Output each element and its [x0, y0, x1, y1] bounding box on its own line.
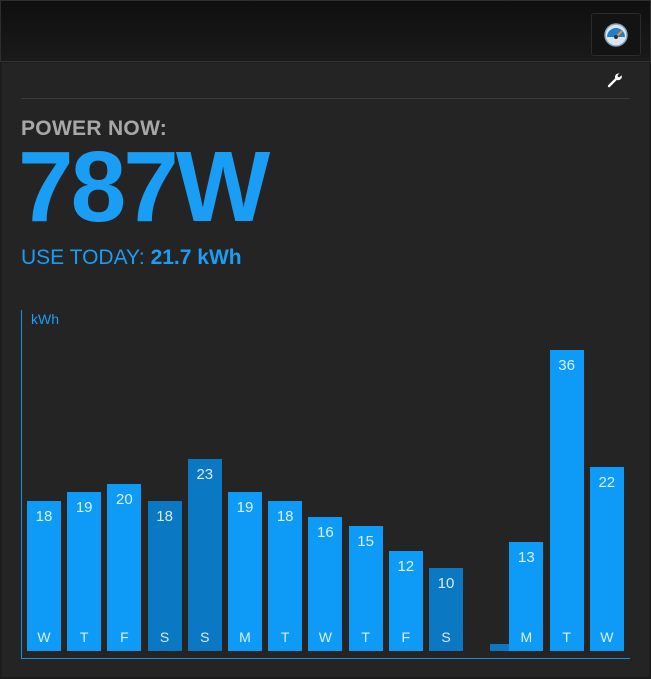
top-bar: [0, 0, 651, 62]
bar-day-label: M: [520, 628, 533, 645]
bar-value-label: 15: [357, 532, 374, 550]
bar-day-label: W: [318, 628, 332, 645]
bar-value-label: 18: [35, 507, 53, 525]
bar[interactable]: 23 S: [187, 458, 222, 651]
bar-day-label: T: [280, 628, 290, 645]
bar-day-label: S: [200, 628, 210, 645]
bar[interactable]: 36 T: [549, 350, 584, 651]
bar-value-label: 18: [276, 507, 294, 525]
bar[interactable]: 18 T: [268, 500, 303, 651]
bar-day-label: T: [79, 628, 89, 645]
bar-value-label: 12: [397, 557, 415, 575]
bar[interactable]: 19 T: [67, 492, 102, 651]
use-today-value: 21.7 kWh: [150, 246, 242, 269]
bar-value-label: 19: [75, 499, 93, 517]
bar-day-label: S: [159, 628, 170, 645]
bar-value-label: 19: [236, 499, 254, 517]
bar[interactable]: 10 S: [429, 567, 463, 651]
bar[interactable]: 12 F: [388, 550, 423, 651]
power-now-value: 787W: [18, 131, 270, 243]
bar[interactable]: 16 W: [308, 517, 343, 651]
wrench-icon[interactable]: [605, 71, 623, 89]
divider: [21, 98, 630, 99]
bar[interactable]: 20 F: [107, 484, 142, 651]
bar-value-label: 10: [437, 574, 455, 592]
bar-value-label: 22: [598, 474, 616, 492]
bar[interactable]: 22 W: [589, 467, 624, 651]
bar-value-label: 20: [116, 491, 133, 508]
bar-day-label: W: [600, 628, 614, 645]
bar-day-label: S: [441, 629, 451, 645]
bar-value-label: 23: [196, 465, 214, 483]
bar-day-label: T: [562, 628, 571, 645]
use-today: USE TODAY: 21.7 kWh: [21, 246, 242, 270]
bar-value-label: 36: [558, 357, 575, 375]
gauge-button[interactable]: [591, 13, 641, 56]
bar-value-label: 13: [518, 549, 535, 567]
bar[interactable]: 18 S: [147, 500, 182, 651]
bar-day-label: M: [239, 628, 251, 645]
x-axis: [21, 658, 630, 659]
usage-chart: kWh 18 W 19 T 20 F 18 S 23 S 19 M 18 T 16 W 15 T 12 F 10 S 13 M…: [0, 300, 651, 679]
bar-value-label: 16: [317, 524, 334, 542]
bar-day-label: F: [120, 629, 129, 645]
y-axis-unit: kWh: [31, 311, 59, 327]
bar[interactable]: 13 M: [509, 542, 544, 651]
bar-day-label: W: [37, 628, 51, 645]
bar[interactable]: 19 M: [228, 492, 262, 651]
bar[interactable]: 18 W: [27, 500, 61, 651]
use-today-label: USE TODAY:: [21, 246, 151, 269]
bar-value-label: 18: [156, 507, 173, 525]
bar[interactable]: 15 T: [348, 525, 383, 651]
gauge-icon: [604, 22, 628, 47]
bar-day-label: F: [401, 628, 411, 645]
y-axis: [21, 310, 22, 659]
bar-stub: [490, 644, 511, 651]
bar-day-label: T: [361, 629, 370, 645]
